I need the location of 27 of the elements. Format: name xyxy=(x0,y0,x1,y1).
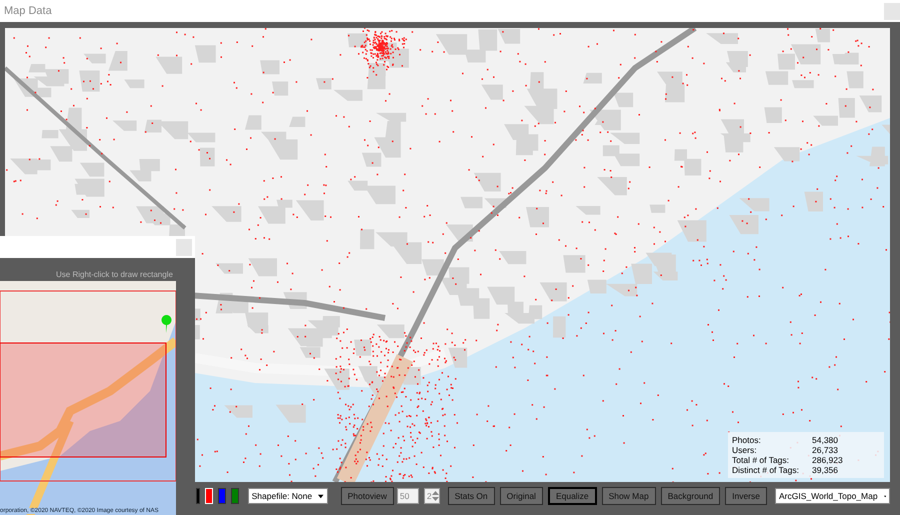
color-swatch[interactable] xyxy=(196,488,200,504)
inset-map[interactable] xyxy=(0,281,176,515)
stat-value: 286,923 xyxy=(812,455,844,465)
caret-icon xyxy=(318,494,324,498)
color-swatch[interactable] xyxy=(230,488,239,504)
photoview-button[interactable]: Photoview xyxy=(340,487,394,505)
toolbar-button[interactable]: Equalize xyxy=(548,487,597,505)
stat-value: 39,356 xyxy=(812,465,839,475)
step-spinner[interactable]: 2 xyxy=(424,488,440,504)
stat-value: 54,380 xyxy=(812,435,839,445)
toolbar-button[interactable]: Original xyxy=(500,487,543,505)
shapefile-dropdown[interactable]: Shapefile: None xyxy=(248,488,328,504)
color-swatch[interactable] xyxy=(218,488,226,504)
stat-value: 26,733 xyxy=(812,445,839,455)
window-title: Map Data xyxy=(4,5,52,17)
stat-label: Total # of Tags: xyxy=(732,455,790,465)
basemap-dropdown[interactable]: ArcGIS_World_Topo_Map xyxy=(774,488,890,504)
stat-label: Users: xyxy=(732,445,758,455)
toolbar-button[interactable]: Background xyxy=(660,487,720,505)
toolbar-button[interactable]: Show Map xyxy=(602,487,656,505)
stat-label: Photos: xyxy=(732,435,762,445)
toolbar-button[interactable]: Stats On xyxy=(448,487,495,505)
stat-label: Distinct # of Tags: xyxy=(732,465,800,475)
toolbar-button[interactable]: Inverse xyxy=(725,487,767,505)
hint-text: Use Right-click to draw rectangle xyxy=(55,269,174,281)
count-field[interactable]: 50 xyxy=(396,488,419,504)
spinner-arrows-icon xyxy=(432,490,439,502)
